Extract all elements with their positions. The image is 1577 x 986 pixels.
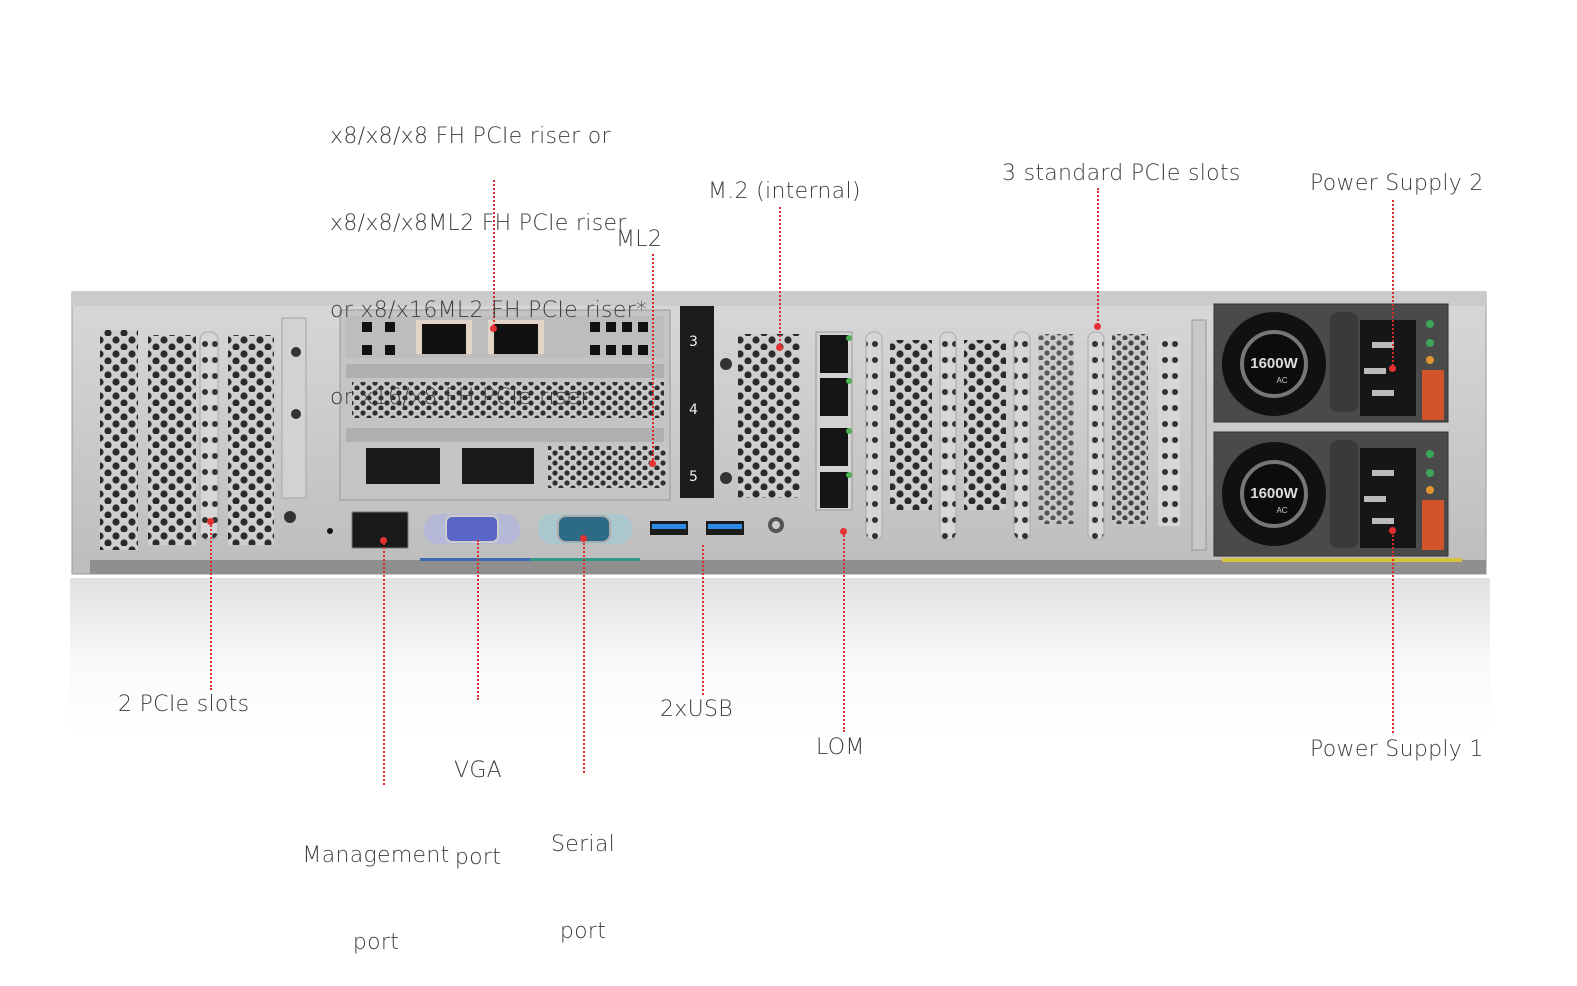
- psu1-leader: [1392, 530, 1394, 733]
- m2-leader: [779, 207, 781, 349]
- riser1-label: x8/x8/x8 FH PCIe riser or x8/x8/x8ML2 FH…: [330, 124, 648, 410]
- two-pcie-slots: [100, 330, 274, 550]
- lom-leader: [843, 532, 845, 732]
- vga-leader: [477, 540, 479, 700]
- m2-vent: [738, 334, 800, 498]
- standard-pcie-slots: [865, 331, 1180, 541]
- psu2-leader: [1392, 200, 1394, 370]
- power-supply-2: 1600W AC: [1213, 303, 1449, 423]
- svg-text:AC: AC: [1276, 506, 1287, 515]
- slot-number-3: 3: [689, 334, 698, 350]
- power-supply-1: 1600W AC: [1213, 431, 1449, 557]
- two-pcie-leader: [210, 522, 212, 690]
- standard-pcie-leader: [1097, 188, 1099, 328]
- usb-leader: [702, 545, 704, 695]
- psu1-label: Power Supply 1: [1310, 737, 1484, 762]
- psu2-label: Power Supply 2: [1310, 171, 1484, 196]
- m2-label: M.2 (internal): [708, 179, 861, 204]
- serial-leader: [583, 538, 585, 773]
- slot-number-5: 5: [689, 469, 698, 485]
- usb-label: 2xUSB: [660, 697, 733, 722]
- vga-label: VGA port: [453, 758, 503, 870]
- management-label: Management port: [302, 843, 450, 955]
- lom-ports: [815, 331, 853, 511]
- serial-label: Serial port: [550, 832, 616, 944]
- psu2-dot: [1389, 365, 1396, 372]
- management-leader: [383, 540, 385, 785]
- psu1-rating: 1600W: [1250, 485, 1298, 502]
- standard-pcie-dot: [1094, 323, 1101, 330]
- two-pcie-label: 2 PCIe slots: [118, 692, 250, 717]
- lom-label: LOM: [816, 735, 865, 760]
- ml2-dot: [649, 460, 656, 467]
- standard-pcie-label: 3 standard PCIe slots: [1002, 161, 1241, 186]
- psu2-rating: 1600W: [1250, 355, 1298, 372]
- svg-text:AC: AC: [1276, 376, 1287, 385]
- slot-number-4: 4: [689, 402, 698, 418]
- ml2-label: ML2: [616, 227, 663, 252]
- ml2-leader: [652, 254, 654, 464]
- m2-dot: [776, 344, 783, 351]
